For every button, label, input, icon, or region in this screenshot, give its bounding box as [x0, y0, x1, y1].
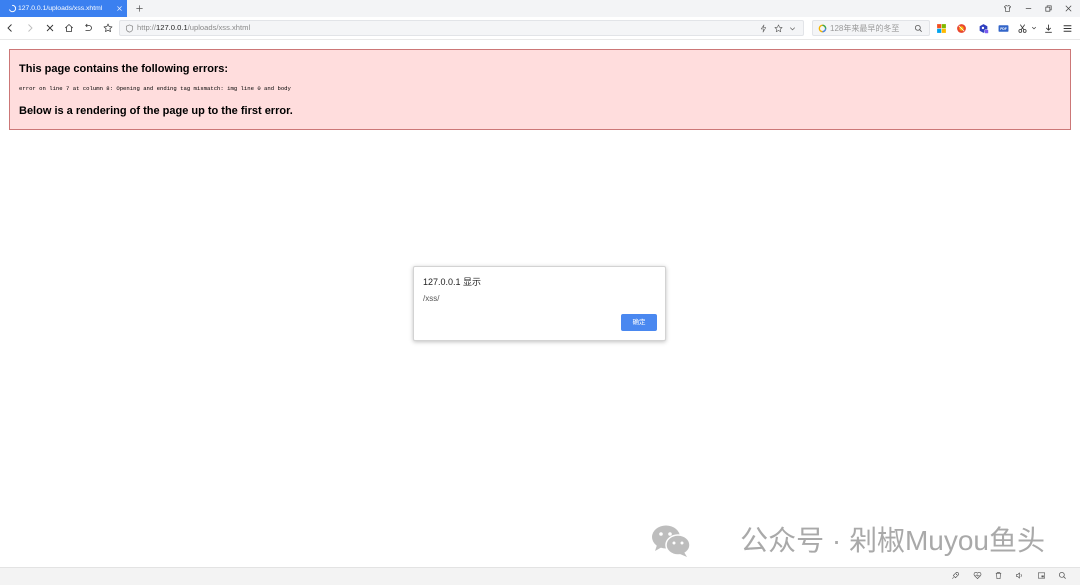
back-icon[interactable] [5, 23, 15, 33]
undo-icon[interactable] [83, 23, 93, 33]
pip-window-icon[interactable] [1037, 571, 1046, 580]
search-box[interactable] [812, 20, 930, 36]
scissors-icon[interactable] [1017, 23, 1028, 34]
red-extension-icon[interactable] [956, 23, 967, 34]
chevron-down-icon[interactable] [788, 24, 797, 33]
error-heading: This page contains the following errors: [19, 63, 229, 75]
search-icon[interactable] [914, 24, 923, 33]
skin-icon[interactable] [1003, 4, 1012, 13]
trash-icon[interactable] [994, 571, 1003, 580]
rocket-icon[interactable] [951, 571, 960, 580]
forward-icon[interactable] [25, 23, 35, 33]
dialog-message: /xss/ [423, 294, 440, 303]
browser-window: 127.0.0.1/uploads/xss.xhtml http://127.0… [0, 0, 1080, 585]
stop-icon[interactable] [45, 23, 55, 33]
address-bar[interactable]: http://127.0.0.1/uploads/xss.xhtml [119, 20, 804, 36]
apps-grid-icon[interactable] [936, 23, 947, 34]
tab-title: 127.0.0.1/uploads/xss.xhtml [18, 5, 103, 12]
watermark-text: 公众号 · 剁椒Muyou鱼头 [740, 525, 1045, 556]
lightning-icon[interactable] [759, 24, 768, 33]
tab-close-icon[interactable] [116, 5, 123, 12]
search-input[interactable] [830, 21, 910, 35]
dialog-title: 127.0.0.1 显示 [423, 277, 482, 287]
pdf-icon[interactable]: PDF [998, 23, 1009, 34]
security-shield-icon[interactable] [125, 24, 134, 33]
navigation-toolbar: http://127.0.0.1/uploads/xss.xhtml 128年来… [0, 17, 1080, 40]
restore-icon[interactable] [1044, 4, 1053, 13]
speaker-icon[interactable] [1015, 571, 1024, 580]
url-host: 127.0.0.1 [156, 23, 188, 32]
loading-spinner-icon [8, 4, 17, 13]
alert-dialog: 127.0.0.1 显示 /xss/ 确定 [413, 266, 666, 341]
url-text[interactable]: http://127.0.0.1/uploads/xss.xhtml [137, 21, 250, 35]
pdf-icon-label: PDF [1000, 26, 1007, 30]
error-detail: error on line 7 at column 8: Opening and… [19, 85, 291, 92]
status-bar [0, 567, 1080, 585]
tab-active[interactable]: 127.0.0.1/uploads/xss.xhtml [0, 0, 127, 17]
favorites-icon[interactable] [103, 23, 113, 33]
menu-icon[interactable] [1062, 23, 1073, 34]
minimize-icon[interactable] [1024, 4, 1033, 13]
url-path: /uploads/xss.xhtml [187, 23, 251, 32]
blue-extension-icon[interactable] [978, 23, 989, 34]
new-tab-icon[interactable] [135, 4, 144, 13]
error-footer: Below is a rendering of the page up to t… [19, 105, 293, 117]
heart-icon[interactable] [973, 571, 982, 580]
tab-strip: 127.0.0.1/uploads/xss.xhtml [0, 0, 1080, 17]
ok-button[interactable]: 确定 [621, 314, 657, 331]
zoom-icon[interactable] [1058, 571, 1067, 580]
close-icon[interactable] [1064, 4, 1073, 13]
wechat-icon [651, 524, 691, 558]
bookmark-star-icon[interactable] [774, 24, 783, 33]
home-icon[interactable] [64, 23, 74, 33]
url-scheme: http:// [137, 23, 156, 32]
chevron-down-icon[interactable] [1031, 25, 1037, 31]
search-engine-icon [818, 24, 827, 33]
xml-error-box: This page contains the following errors:… [9, 49, 1071, 130]
download-icon[interactable] [1043, 23, 1054, 34]
